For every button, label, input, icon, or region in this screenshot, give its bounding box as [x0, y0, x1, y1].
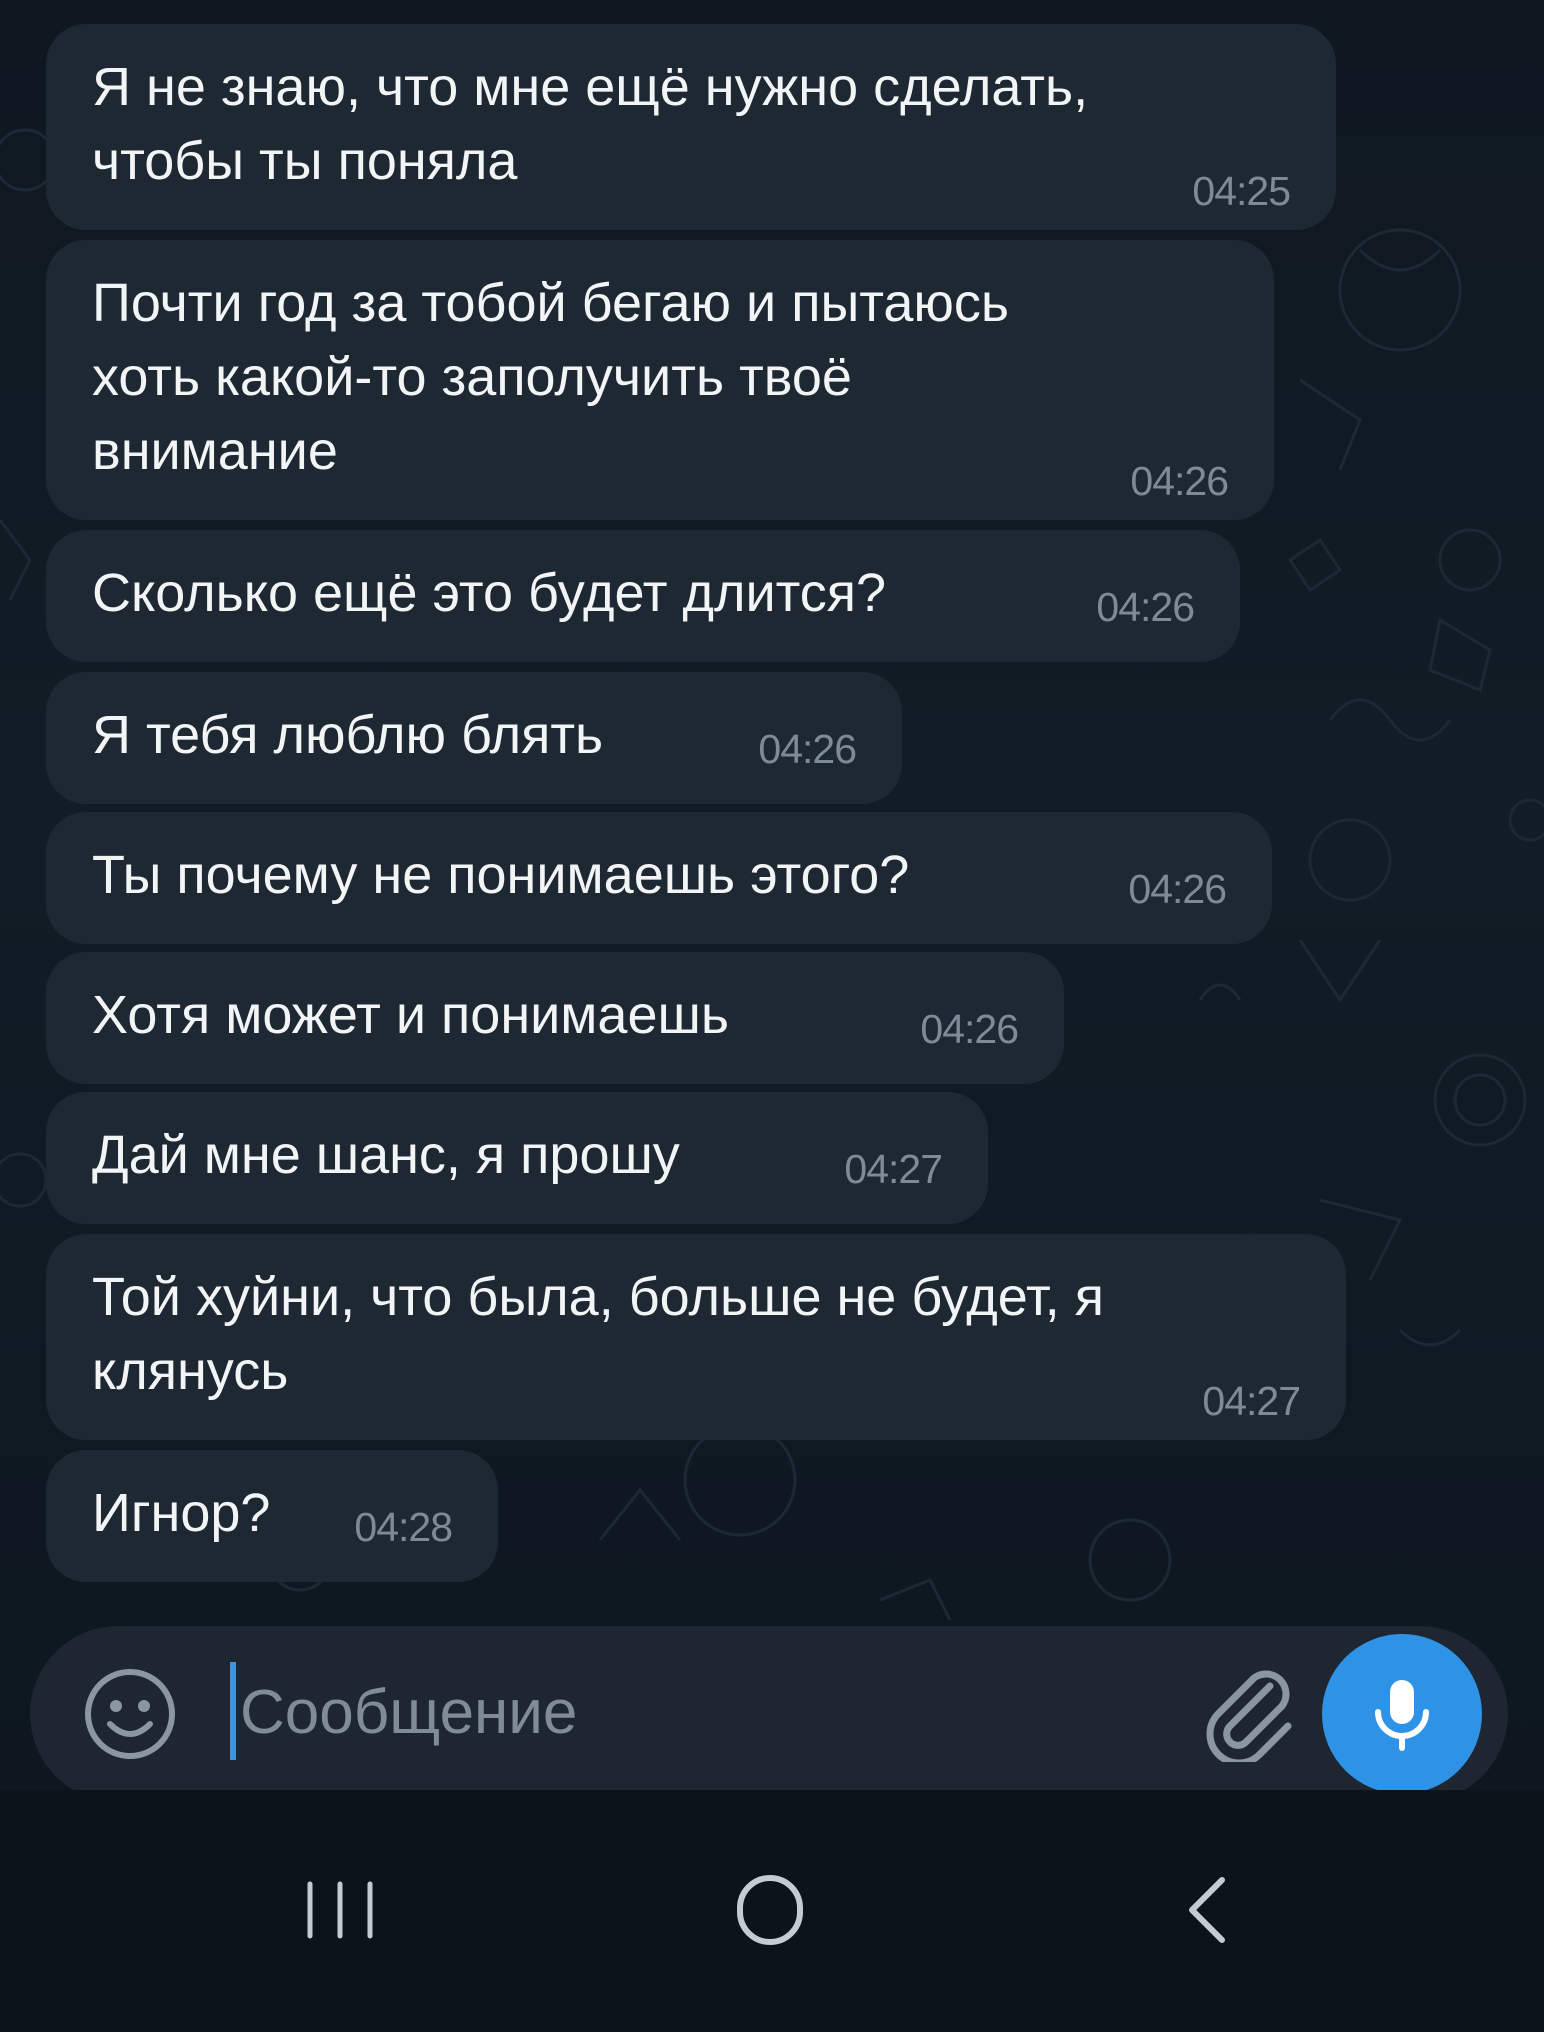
- message-bubble[interactable]: Дай мне шанс, я прошу 04:27: [46, 1092, 988, 1224]
- message-time: 04:26: [1096, 584, 1195, 630]
- microphone-icon: [1375, 1680, 1429, 1751]
- message-time: 04:26: [920, 1006, 1019, 1052]
- message-time: 04:25: [1192, 168, 1291, 214]
- text-cursor: [230, 1662, 236, 1760]
- message-bubble[interactable]: Игнор? 04:28: [46, 1450, 498, 1582]
- message-time: 04:26: [758, 726, 857, 772]
- system-navigation-bar: [0, 1790, 1544, 2032]
- message-bubble[interactable]: Я не знаю, что мне ещё нужно сделать, чт…: [46, 24, 1336, 230]
- message-composer: [30, 1626, 1508, 1802]
- message-text: Той хуйни, что была, больше не будет, я …: [92, 1267, 1105, 1401]
- back-chevron-icon[interactable]: [1134, 1850, 1274, 1970]
- message-time: 04:26: [1130, 458, 1229, 504]
- message-time: 04:26: [1128, 866, 1227, 912]
- message-text: Почти год за тобой бегаю и пытаюсь хоть …: [92, 273, 1010, 481]
- message-bubble[interactable]: Почти год за тобой бегаю и пытаюсь хоть …: [46, 240, 1274, 520]
- recent-apps-icon[interactable]: [270, 1850, 410, 1970]
- message-text: Хотя может и понимаешь: [92, 985, 729, 1045]
- message-bubble[interactable]: Ты почему не понимаешь этого? 04:26: [46, 812, 1272, 944]
- home-icon[interactable]: [700, 1850, 840, 1970]
- message-bubble[interactable]: Хотя может и понимаешь 04:26: [46, 952, 1064, 1084]
- voice-record-button[interactable]: [1322, 1634, 1482, 1794]
- message-bubble[interactable]: Сколько ещё это будет длится? 04:26: [46, 530, 1240, 662]
- message-text: Ты почему не понимаешь этого?: [92, 845, 910, 905]
- emoji-smile-icon[interactable]: [82, 1666, 178, 1762]
- message-text: Сколько ещё это будет длится?: [92, 563, 887, 623]
- message-bubble[interactable]: Той хуйни, что была, больше не будет, я …: [46, 1234, 1346, 1440]
- message-input[interactable]: [240, 1662, 1140, 1762]
- message-time: 04:27: [1202, 1378, 1301, 1424]
- message-text: Я не знаю, что мне ещё нужно сделать, чт…: [92, 57, 1089, 191]
- paperclip-icon[interactable]: [1200, 1662, 1300, 1762]
- message-time: 04:27: [844, 1146, 943, 1192]
- message-bubble[interactable]: Я тебя люблю блять 04:26: [46, 672, 902, 804]
- message-time: 04:28: [354, 1504, 453, 1550]
